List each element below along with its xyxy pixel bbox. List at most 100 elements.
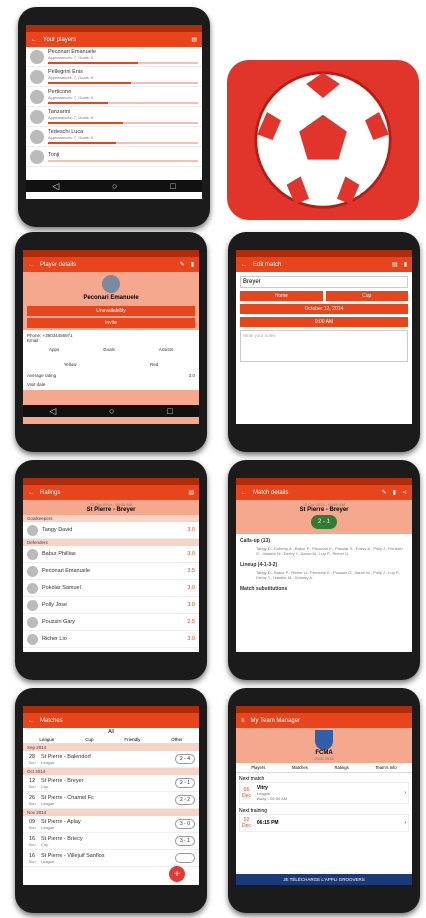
invite-button[interactable]: Invite [27, 318, 195, 328]
player-header: Peconari Emanuele [23, 272, 199, 304]
match-row[interactable]: 09 Sun St Pierre - Aplay League 3 - 0 [23, 816, 199, 833]
tab-matches[interactable]: Matches [292, 765, 308, 770]
matches-list: Sep 2014 28 Sun St Pierre - Balendorf League… [23, 744, 199, 867]
next-match-card[interactable]: 06 Dec Vitry League Away - 06:30 AM › [239, 782, 409, 804]
avatar [30, 49, 44, 64]
menu-icon[interactable]: ≡ [241, 718, 245, 724]
score-pill: 3 - 1 [175, 836, 195, 846]
phone-ratings: ← Ratings ▤ 12 Oct 2014 - 09:00 AM St Pier… [15, 460, 207, 680]
tab-friendly[interactable]: Friendly [124, 737, 140, 742]
stat-goals: Goals [103, 347, 115, 352]
month-header: Sep 2014 [23, 744, 199, 751]
arrow-left-icon[interactable]: ← [28, 718, 34, 724]
app-bar: ← Your players ▤ [26, 32, 202, 47]
score-pill: 2 - 2 [175, 795, 195, 805]
score-pill: 3 - 0 [175, 819, 195, 829]
callup-text: Tangy D., Doherty A., Babur P., Peconari… [256, 546, 403, 556]
month-header: Nov 2014 [23, 809, 199, 816]
player-name: Peconari Emanuele [83, 295, 139, 301]
section-header: Defenders [23, 539, 199, 546]
avatar [30, 129, 44, 144]
player-row[interactable]: Pellegrini Enis Appearances: 7, Goals: 0 [26, 67, 202, 87]
promo-banner[interactable]: JE TÉLÉCHARGE L'APPLI GROOVERS [236, 874, 412, 885]
trash-icon[interactable]: ▮ [191, 261, 194, 268]
opponent-input[interactable]: Breyer [240, 276, 408, 288]
save-icon[interactable]: ▤ [188, 489, 194, 496]
player-row[interactable]: Peconari Emanuele Appearances: 7, Goals: … [26, 47, 202, 67]
type-button[interactable]: Cup [325, 291, 408, 301]
date-button[interactable]: October 12, 2014 [240, 304, 408, 314]
player-row[interactable]: Perticone Appearances: 7, Goals: 0 [26, 87, 202, 107]
tab-team-info[interactable]: Team's Info [375, 765, 396, 770]
arrow-left-icon[interactable]: ← [241, 262, 247, 268]
match-row[interactable]: 26 Sun St Pierre - Chamel Fc League 2 - 2 [23, 792, 199, 809]
match-row[interactable]: 28 Sun St Pierre - Balendorf League 2 - 4 [23, 751, 199, 768]
page-title: Your players [43, 36, 77, 43]
page-title: Match details [253, 489, 289, 496]
page-title: Player details [40, 261, 77, 268]
tab-players[interactable]: Players [251, 765, 265, 770]
unavailability-button[interactable]: Unavailability [27, 306, 195, 316]
avatar [27, 599, 38, 611]
tab-league[interactable]: League [39, 737, 54, 742]
arrow-left-icon[interactable]: ← [28, 490, 34, 496]
share-icon[interactable]: ⋖ [402, 489, 407, 496]
rating-bar [48, 142, 198, 144]
match-title: St Pierre - Breyer [299, 507, 349, 513]
phone-team-manager: ≡ My Team Manager FCMA 2015-2016 Players … [228, 688, 420, 913]
tab-cup[interactable]: Cup [85, 737, 93, 742]
filter-all[interactable]: All [23, 728, 199, 736]
avatar [27, 524, 38, 536]
lineup-text: Tangy D., Babur P., Richer U., Peconari … [256, 570, 401, 580]
tab-ratings[interactable]: Ratings [334, 765, 348, 770]
rating-row[interactable]: Tangy David 3.0 [23, 522, 199, 539]
avatar [27, 616, 38, 628]
month-header: Oct 2014 [23, 768, 199, 775]
trash-icon[interactable]: ▮ [393, 489, 396, 496]
home-button[interactable]: Home [240, 291, 323, 301]
avg-label: Average rating [27, 373, 57, 378]
lineup-title: Lineup (4-1-3-2) [240, 562, 278, 568]
next-training-card[interactable]: 02 Dec 06:15 PM › [239, 814, 409, 832]
player-row[interactable]: Tedeschi Luca Appearances: 7, Goals: 0 [26, 127, 202, 147]
match-row[interactable]: 16 Sun St Pierre - Villejuif Sanflos League [23, 850, 199, 867]
arrow-left-icon[interactable]: ← [31, 37, 37, 43]
trash-icon[interactable]: ▮ [404, 261, 407, 268]
rating-row[interactable]: Peconari Emanuele 3.5 [23, 563, 199, 580]
home-nav-icon[interactable]: ○ [112, 181, 117, 191]
app-icon[interactable] [227, 60, 419, 220]
rating-bar [48, 82, 198, 84]
page-title: Edit match [253, 261, 282, 268]
avg-value: 3.0 [188, 373, 195, 378]
notes-input[interactable]: Write your notes [240, 330, 408, 362]
pencil-icon[interactable]: ✎ [180, 261, 185, 268]
arrow-left-icon[interactable]: ← [28, 262, 34, 268]
tab-other[interactable]: Other [171, 737, 182, 742]
match-row[interactable]: 12 Sun St Pierre - Breyer Cup 2 - 1 [23, 775, 199, 792]
time-button[interactable]: 9:00 AM [240, 317, 408, 327]
arrow-left-icon[interactable]: ← [241, 490, 247, 496]
player-row[interactable]: Tonji [26, 147, 202, 167]
rating-row[interactable]: Pokolar Samuel 3.0 [23, 580, 199, 597]
save-icon[interactable]: ▤ [191, 36, 197, 43]
add-match-button[interactable]: + [169, 866, 185, 882]
avatar [30, 89, 44, 104]
phone-player-details: ← Player details ✎ ▮ Peconari Emanuele Unav… [15, 232, 207, 452]
player-row[interactable]: Tanzarini Appearances: 7, Goals: 0 [26, 107, 202, 127]
contact-section: Phone: +39034456971 Email Apps Goals Ass… [23, 330, 199, 390]
rating-row[interactable]: Polly Jose 3.0 [23, 597, 199, 614]
rating-row[interactable]: Babur Phillias 3.0 [23, 546, 199, 563]
pencil-icon[interactable]: ✎ [382, 489, 387, 496]
rating-row[interactable]: Richer Lio 3.0 [23, 631, 199, 648]
visit-date: Visit date [27, 382, 46, 387]
subs-title[interactable]: Match substitutions [240, 586, 408, 592]
back-nav-icon[interactable]: ◁ [52, 181, 59, 192]
save-icon[interactable]: ▤ [392, 261, 398, 268]
phone-players: ← Your players ▤ Peconari Emanuele Appear… [18, 7, 210, 227]
score-badge: 2 - 1 [311, 515, 337, 529]
recents-nav-icon[interactable]: □ [170, 181, 175, 191]
match-row[interactable]: 16 Sun St Pierre - Briecy Cup 3 - 1 [23, 833, 199, 850]
rating-row[interactable]: Poussin Gary 2.5 [23, 614, 199, 631]
phone-match-details: ← Match details ✎ ▮ ⋖ 12 Oct 2014 - 09:00 AM… [228, 460, 420, 680]
rating-bar [48, 62, 198, 64]
